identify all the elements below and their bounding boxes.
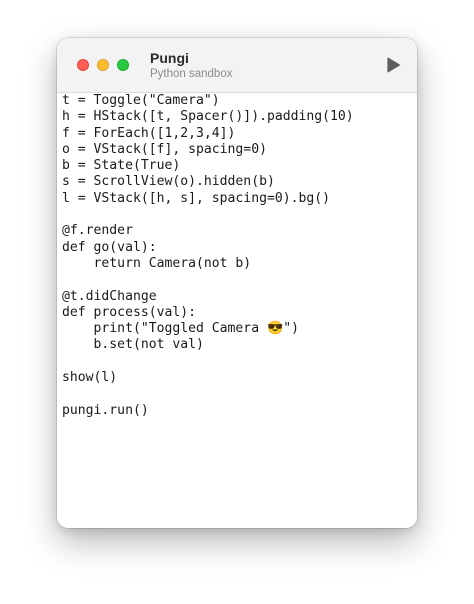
code-line[interactable] <box>62 272 354 288</box>
code-line[interactable]: @f.render <box>62 223 354 239</box>
close-window-button[interactable] <box>77 59 89 71</box>
code-line[interactable]: b.set(not val) <box>62 337 354 353</box>
code-line[interactable]: def go(val): <box>62 240 354 256</box>
sandbox-window: Pungi Python sandbox t = Toggle("Camera"… <box>57 38 417 528</box>
title-bar[interactable]: Pungi Python sandbox <box>57 38 417 93</box>
code-line[interactable]: @t.didChange <box>62 289 354 305</box>
zoom-window-button[interactable] <box>117 59 129 71</box>
code-line[interactable]: l = VStack([h, s], spacing=0).bg() <box>62 191 354 207</box>
code-line[interactable]: def process(val): <box>62 305 354 321</box>
code-line[interactable]: t = Toggle("Camera") <box>62 93 354 109</box>
minimize-window-button[interactable] <box>97 59 109 71</box>
code-line[interactable] <box>62 207 354 223</box>
code-line[interactable]: return Camera(not b) <box>62 256 354 272</box>
code-text[interactable]: t = Toggle("Camera") h = HStack([t, Spac… <box>62 93 354 419</box>
code-line[interactable]: f = ForEach([1,2,3,4]) <box>62 126 354 142</box>
window-subtitle: Python sandbox <box>150 68 233 80</box>
code-line[interactable]: print("Toggled Camera 😎") <box>62 321 354 337</box>
code-line[interactable]: s = ScrollView(o).hidden(b) <box>62 174 354 190</box>
code-line[interactable] <box>62 354 354 370</box>
code-line[interactable]: b = State(True) <box>62 158 354 174</box>
code-line[interactable]: o = VStack([f], spacing=0) <box>62 142 354 158</box>
code-editor[interactable]: t = Toggle("Camera") h = HStack([t, Spac… <box>57 93 417 528</box>
code-line[interactable]: pungi.run() <box>62 403 354 419</box>
code-line[interactable] <box>62 386 354 402</box>
code-line[interactable]: h = HStack([t, Spacer()]).padding(10) <box>62 109 354 125</box>
window-title: Pungi <box>150 50 189 66</box>
run-button[interactable] <box>383 55 403 75</box>
code-line[interactable]: show(l) <box>62 370 354 386</box>
play-icon <box>387 57 401 73</box>
